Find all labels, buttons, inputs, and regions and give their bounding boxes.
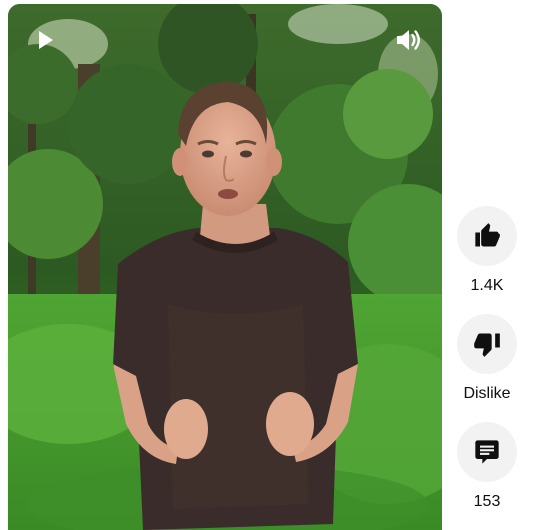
volume-icon: [397, 30, 420, 50]
thumbs-up-icon: [475, 223, 500, 247]
dislike-button[interactable]: [457, 314, 517, 374]
action-bar: 1.4K Dislike 153: [455, 206, 519, 530]
like-count: 1.4K: [470, 277, 504, 294]
comments-action: 153: [455, 422, 519, 512]
video-player[interactable]: [8, 4, 442, 530]
comments-button[interactable]: [457, 422, 517, 482]
dislike-label: Dislike: [463, 385, 511, 402]
play-icon: [39, 31, 53, 49]
like-action: 1.4K: [455, 206, 519, 296]
comments-count: 153: [473, 493, 501, 510]
like-button[interactable]: [457, 206, 517, 266]
comment-icon: [475, 440, 499, 464]
shorts-page: 1.4K Dislike 153: [0, 0, 534, 530]
thumbs-down-icon: [474, 333, 500, 357]
video-frame: [8, 4, 442, 530]
play-button[interactable]: [32, 26, 60, 54]
volume-button[interactable]: [392, 24, 424, 56]
dislike-action: Dislike: [455, 314, 519, 404]
